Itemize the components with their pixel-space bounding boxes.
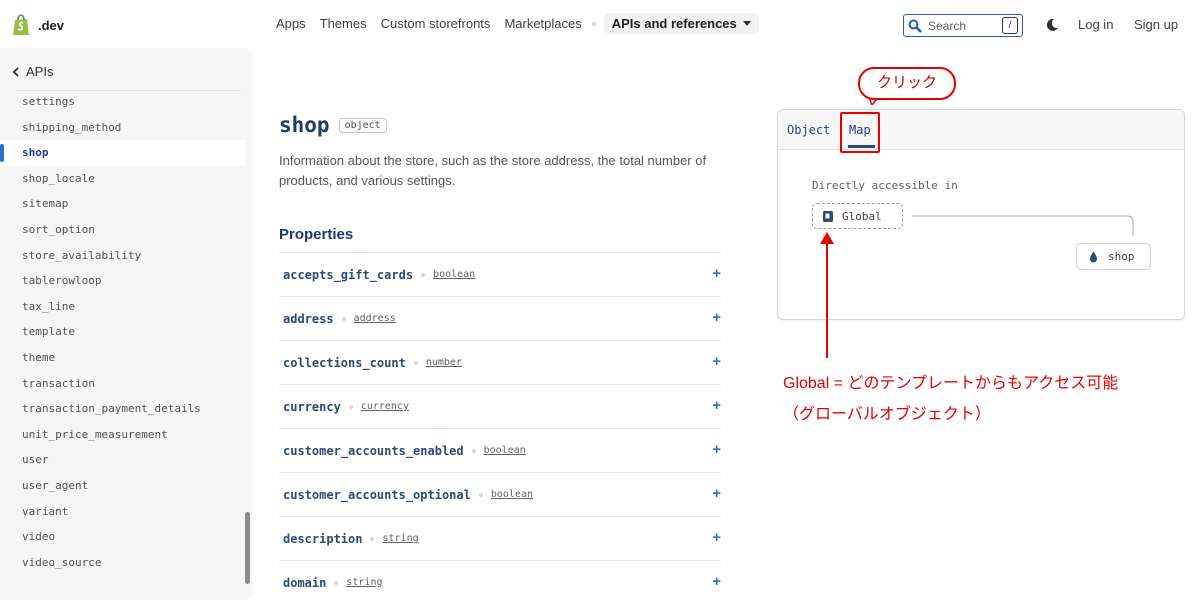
click-callout: クリック <box>858 67 956 100</box>
map-node-shop-label: shop <box>1108 250 1135 263</box>
annotation-arrow-line <box>826 240 828 358</box>
global-book-icon <box>823 210 833 222</box>
map-tab-highlight-box <box>840 112 880 153</box>
map-node-shop[interactable]: shop <box>1076 243 1151 270</box>
global-note-line2: （グローバルオブジェクト） <box>783 406 991 423</box>
map-node-global-label: Global <box>842 209 882 223</box>
global-note-line1: Global = どのテンプレートからもアクセス可能 <box>783 375 1119 392</box>
droplet-icon <box>1090 251 1097 262</box>
map-connector-line <box>912 215 1134 236</box>
map-node-global[interactable]: Global <box>812 203 903 229</box>
